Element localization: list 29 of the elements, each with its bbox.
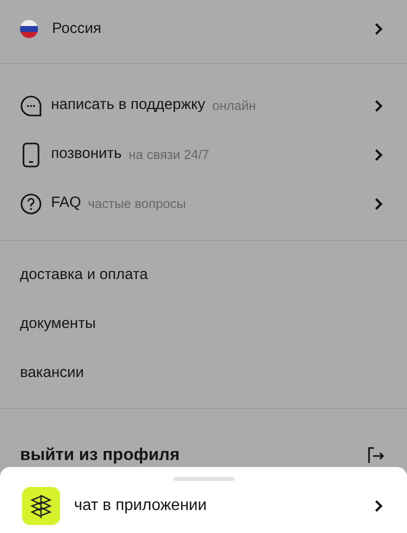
chevron-right-icon [374,22,383,36]
chat-bubble-icon [19,94,43,118]
contact-note: онлайн [212,96,257,115]
menu-link[interactable]: доставка и оплата [0,251,407,300]
logout-label: выйти из профиля [20,444,181,466]
chevron-right-icon [374,148,383,162]
chevron-right-icon [374,98,383,112]
contact-row[interactable]: написать в поддержку онлайн [0,81,407,130]
menu-link[interactable]: вакансии [0,349,407,398]
chevron-right-icon [374,499,383,513]
contact-label: написать в поддержку [51,95,206,116]
menu-link[interactable]: документы [0,300,407,349]
question-icon [20,192,42,214]
contact-row[interactable]: позвонить на связи 24/7 [0,130,407,179]
country-row[interactable]: Россия [0,0,407,58]
logout-row[interactable]: выйти из профиля [0,443,407,467]
chevron-right-icon [374,196,383,210]
exit-icon [367,446,385,464]
contact-label: FAQ [51,193,82,214]
phone-icon [22,142,40,168]
country-label: Россия [52,18,102,39]
flag-icon [20,20,38,38]
app-chat-label: чат в приложении [74,496,208,516]
contact-note: частые вопросы [88,194,187,213]
app-chat-row[interactable]: чат в приложении [0,481,407,531]
contact-label: позвонить [51,144,122,164]
contact-note: на связи 24/7 [128,146,210,164]
app-icon [22,487,60,525]
contact-row[interactable]: FAQ частые вопросы [0,179,407,228]
